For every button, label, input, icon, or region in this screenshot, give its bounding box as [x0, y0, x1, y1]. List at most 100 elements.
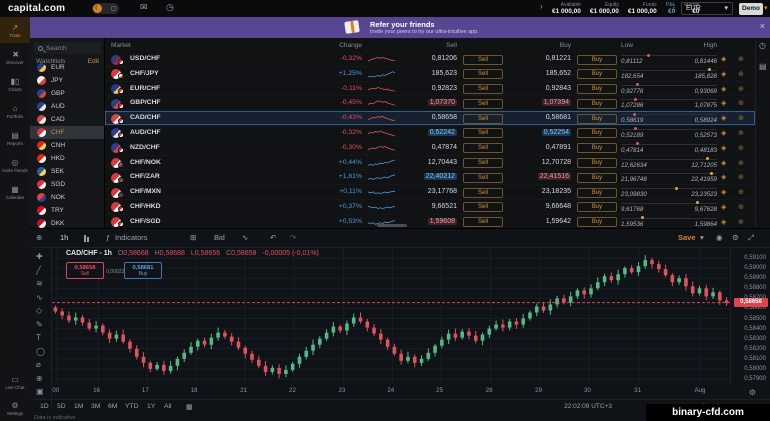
watchlist-item-nok[interactable]: NOK [30, 191, 105, 204]
alert-icon[interactable]: ⊕ [738, 218, 744, 226]
nav-item-settings[interactable]: ⚙Settings [0, 395, 30, 421]
alert-icon[interactable]: ⊕ [738, 129, 744, 137]
layout-grid-icon[interactable]: ⊞ [190, 233, 196, 242]
market-row-chf-jpy[interactable]: CHF/JPY+1,25%185,623Sell185,652Buy182,65… [105, 67, 755, 82]
market-row-cad-chf[interactable]: CAD/CHF-0,43%0,58658Sell0,58681Buy0,5861… [105, 111, 755, 126]
reward-icon[interactable]: ◈ [721, 85, 726, 93]
nav-item-portfolio[interactable]: ⌂Portfolio [0, 98, 30, 124]
trendline-icon[interactable]: ╱ [36, 266, 41, 275]
undo-icon[interactable]: ↶ [270, 233, 276, 242]
sell-button[interactable]: Sell [463, 69, 503, 79]
buy-button[interactable]: Buy [577, 202, 617, 212]
currency-select[interactable]: EUR ▾ [681, 2, 733, 15]
reward-icon[interactable]: ◈ [721, 129, 726, 137]
reward-icon[interactable]: ◈ [721, 99, 726, 107]
bid-toggle[interactable]: Bid [214, 233, 225, 242]
zoom-in-icon[interactable]: ⊕ [36, 374, 43, 383]
save-caret-icon[interactable]: ▾ [700, 233, 704, 242]
reward-icon[interactable]: ◈ [721, 218, 726, 226]
recent-clock-icon[interactable]: ◷ [759, 41, 766, 50]
buy-button[interactable]: Buy [577, 55, 617, 65]
sell-button[interactable]: Sell [463, 143, 503, 153]
watchlist-item-eur[interactable]: EUR [30, 61, 105, 74]
sell-button[interactable]: Sell [463, 158, 503, 168]
range-1m[interactable]: 1M [74, 403, 83, 410]
buy-button[interactable]: Buy [577, 217, 617, 227]
alert-icon[interactable]: ⊕ [738, 173, 744, 181]
camera-icon[interactable]: ◉ [716, 233, 723, 242]
sell-button[interactable]: Sell [463, 84, 503, 94]
channel-icon[interactable]: ≋ [36, 279, 43, 288]
buy-button[interactable]: Buy [577, 158, 617, 168]
watchlist-item-cnh[interactable]: CNH [30, 139, 105, 152]
sell-button[interactable]: Sell [463, 188, 503, 198]
timeframe-button[interactable]: 1h [60, 233, 68, 242]
alert-icon[interactable]: ⊕ [738, 99, 744, 107]
reward-icon[interactable]: ◈ [721, 55, 726, 63]
account-caret-icon[interactable]: ▾ [764, 4, 768, 12]
market-row-gbp-chf[interactable]: GBP/CHF-0,45%1,07370Sell1,07394Buy1,0728… [105, 96, 755, 111]
buy-button[interactable]: Buy [577, 173, 617, 183]
watchlist-item-hkd[interactable]: HKD [30, 152, 105, 165]
buy-button[interactable]: Buy [577, 128, 617, 138]
axis-settings-gear-icon[interactable]: ⚙ [749, 388, 756, 397]
kebab-menu-icon[interactable]: ⋮ [670, 3, 678, 12]
chart-buy-button[interactable]: 0,58681 Buy [124, 262, 162, 279]
market-row-nzd-chf[interactable]: NZD/CHF-0,30%0,47874Sell0,47891Buy0,4781… [105, 141, 755, 156]
chart-sell-button[interactable]: 0,58658 Sell [66, 262, 104, 279]
sell-button[interactable]: Sell [463, 99, 503, 109]
watchlist-item-chf[interactable]: CHF [30, 126, 105, 139]
buy-button[interactable]: Buy [577, 114, 617, 124]
reward-icon[interactable]: ◈ [721, 70, 726, 78]
nav-item-reports[interactable]: ▤Reports [0, 125, 30, 151]
pattern-icon[interactable]: ◇ [36, 306, 42, 315]
indicators-fx-icon[interactable]: ƒ [106, 233, 110, 242]
crosshair-icon[interactable]: ✚ [36, 252, 43, 261]
theme-toggle[interactable]: ☾ [92, 3, 119, 14]
sell-button[interactable]: Sell [463, 202, 503, 212]
indicators-button[interactable]: Indicators [115, 233, 148, 242]
watchlist-item-cad[interactable]: CAD [30, 113, 105, 126]
alert-icon[interactable]: ⊕ [738, 55, 744, 63]
save-button[interactable]: Save [678, 233, 696, 242]
nav-item-trade[interactable]: ↗Trade [0, 17, 30, 43]
watchlist-item-dkk[interactable]: DKK [30, 217, 105, 228]
range-1y[interactable]: 1Y [147, 403, 155, 410]
wave-icon[interactable]: ∿ [36, 293, 43, 302]
redo-icon[interactable]: ↷ [290, 233, 296, 242]
time-axis[interactable]: 00161718212223242528293031Aug [52, 385, 730, 397]
sell-button[interactable]: Sell [463, 128, 503, 138]
sell-button[interactable]: Sell [463, 114, 503, 124]
market-row-chf-nok[interactable]: CHF/NOK+0,44%12,70443Sell12,70728Buy12,6… [105, 156, 755, 171]
alert-icon[interactable]: ⊕ [738, 188, 744, 196]
chart-type-icon[interactable] [84, 235, 89, 242]
collapse-chevron-icon[interactable]: › [540, 2, 543, 11]
watchlist-item-sek[interactable]: SEK [30, 165, 105, 178]
watchlist-item-try[interactable]: TRY [30, 204, 105, 217]
watchlist-item-sgd[interactable]: SGD [30, 178, 105, 191]
range-ytd[interactable]: YTD [125, 403, 139, 410]
buy-button[interactable]: Buy [577, 143, 617, 153]
add-order-icon[interactable]: ⊕ [36, 233, 42, 242]
sell-button[interactable]: Sell [463, 217, 503, 227]
nav-item-discover[interactable]: ✚Discover [0, 44, 30, 70]
brush-icon[interactable]: ✎ [36, 320, 43, 329]
alert-icon[interactable]: ⊕ [738, 70, 744, 78]
buy-button[interactable]: Buy [577, 69, 617, 79]
price-axis[interactable]: 0,591000,590000,589000,588000,587000,586… [730, 248, 770, 384]
sell-button[interactable]: Sell [463, 55, 503, 65]
nav-item-charts[interactable]: ▮▯Charts [0, 71, 30, 97]
history-icon[interactable]: ◷ [166, 2, 174, 13]
market-row-chf-sgd[interactable]: CHF/SGD+0,53%1,59608Sell1,59642Buy1,5953… [105, 215, 755, 228]
market-row-aud-chf[interactable]: AUD/CHF-0,32%0,52242Sell0,52254Buy0,5218… [105, 126, 755, 141]
chart-settings-icon[interactable]: ⚙ [732, 233, 739, 242]
range-1d[interactable]: 1D [40, 403, 49, 410]
market-row-eur-chf[interactable]: EUR/CHF-0,11%0,92823Sell0,92843Buy0,9277… [105, 82, 755, 97]
market-row-chf-hkd[interactable]: CHF/HKD+0,37%9,66521Sell9,66648Buy9,6176… [105, 200, 755, 215]
alert-icon[interactable]: ⊕ [738, 159, 744, 167]
reward-icon[interactable]: ◈ [721, 144, 726, 152]
text-icon[interactable]: T [36, 333, 41, 342]
range-all[interactable]: All [164, 403, 172, 410]
measure-icon[interactable]: ⌀ [36, 360, 41, 369]
alert-icon[interactable]: ⊕ [738, 203, 744, 211]
